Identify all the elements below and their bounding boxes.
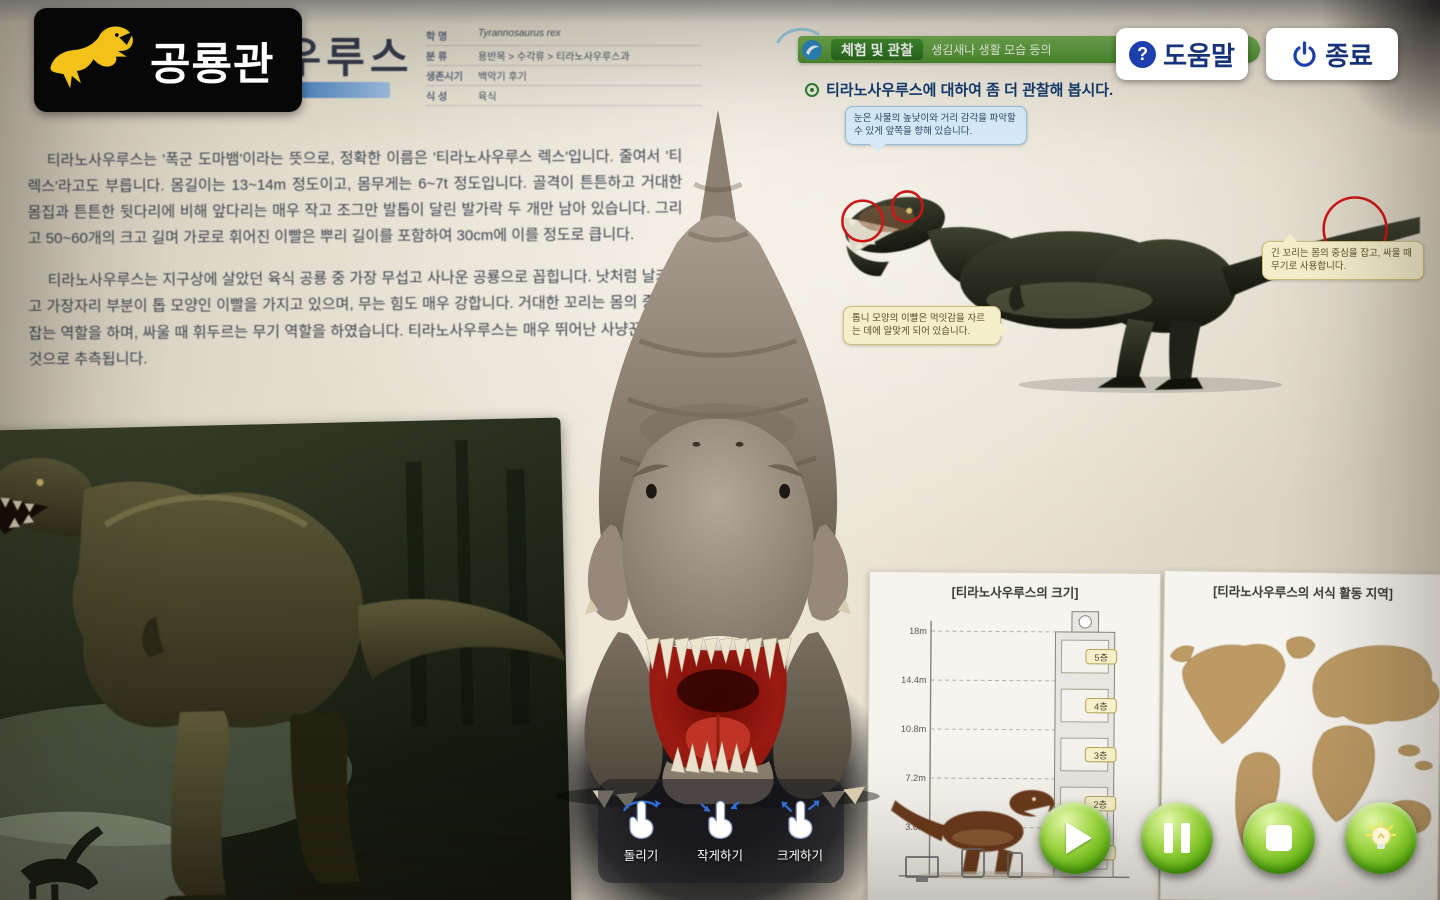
info-label: 식 성 xyxy=(426,88,478,103)
info-value: 육식 xyxy=(478,88,496,103)
help-button-label: 도움말 xyxy=(1163,36,1235,73)
app-title: 공룡관 xyxy=(150,28,274,92)
gesture-pinch-in: 작게하기 xyxy=(697,798,743,864)
power-icon xyxy=(1291,41,1318,68)
rotate-gesture-icon xyxy=(619,798,663,842)
monitor-icon xyxy=(905,856,939,878)
observe-prompt-text: 티라노사우루스에 대하여 좀 더 관찰해 봅시다. xyxy=(826,79,1113,100)
play-button[interactable] xyxy=(1039,802,1111,874)
svg-text:4층: 4층 xyxy=(1094,702,1108,712)
info-value: 백악기 후기 xyxy=(478,68,527,83)
gesture-label: 돌리기 xyxy=(624,845,659,864)
ar-dinosaur-app: 티라노사우루스 학 명 Tyrannosaurus rex 분 류 용반목 > … xyxy=(0,0,1440,900)
gesture-rotate: 돌리기 xyxy=(619,798,663,864)
leaf-icon xyxy=(801,39,823,61)
info-row: 분 류 용반목 > 수각류 > 티라노사우루스과 xyxy=(426,46,702,66)
info-row: 학 명 Tyrannosaurus rex xyxy=(426,26,702,46)
dinosaur-logo-icon xyxy=(46,22,146,98)
observe-prompt: 티라노사우루스에 대하여 좀 더 관찰해 봅시다. xyxy=(804,79,1113,100)
target-bullet-icon xyxy=(804,82,820,98)
gesture-hint-panel: 돌리기 작게하기 크게하기 xyxy=(598,779,844,883)
help-button[interactable]: ? 도움말 xyxy=(1116,28,1248,80)
trex-scene-photo xyxy=(0,418,571,900)
pinch-out-gesture-icon xyxy=(778,798,822,842)
trex-photo-silhouette xyxy=(840,189,1420,390)
gesture-pinch-out: 크게하기 xyxy=(777,798,823,864)
gesture-label: 크게하기 xyxy=(777,845,823,864)
stop-icon xyxy=(1266,825,1292,851)
info-value: 용반목 > 수각류 > 티라노사우루스과 xyxy=(478,48,630,63)
dino-info-table: 학 명 Tyrannosaurus rex 분 류 용반목 > 수각류 > 티라… xyxy=(426,26,702,106)
tree-silhouettes xyxy=(405,439,530,727)
light-button[interactable] xyxy=(1345,802,1417,874)
svg-text:3층: 3층 xyxy=(1094,751,1108,761)
info-label: 학 명 xyxy=(426,28,478,43)
phone-icon xyxy=(1007,852,1023,878)
svg-text:5층: 5층 xyxy=(1095,653,1109,663)
lightbulb-icon xyxy=(1364,821,1398,855)
info-label: 생존시기 xyxy=(426,68,478,83)
stop-button[interactable] xyxy=(1243,802,1315,874)
speech-bubble-tail: 긴 꼬리는 몸의 중심을 잡고, 싸울 때 무기로 사용합니다. xyxy=(1262,241,1424,280)
observe-header-subtitle: 생김새나 생활 모습 등의 xyxy=(931,41,1051,58)
info-row: 생존시기 백악기 후기 xyxy=(426,66,702,86)
info-row: 식 성 육식 xyxy=(426,86,702,106)
pause-icon xyxy=(1164,823,1190,853)
info-value: Tyrannosaurus rex xyxy=(478,28,561,43)
trex-3d-model[interactable] xyxy=(522,106,914,810)
app-brand-banner: 공룡관 xyxy=(34,8,302,112)
tablet-icon xyxy=(961,848,985,878)
exit-button-label: 종료 xyxy=(1325,36,1373,73)
exit-button[interactable]: 종료 xyxy=(1266,28,1398,80)
map-title: [티라노사우루스의 서식 활동 지역] xyxy=(1165,571,1440,603)
observe-header-label: 체험 및 관찰 xyxy=(831,39,923,60)
device-icons xyxy=(905,848,1023,878)
pause-button[interactable] xyxy=(1141,802,1213,874)
info-label: 분 류 xyxy=(426,48,478,63)
gesture-label: 작게하기 xyxy=(697,845,743,864)
pinch-in-gesture-icon xyxy=(698,798,742,842)
question-icon: ? xyxy=(1129,41,1156,68)
play-icon xyxy=(1066,822,1092,854)
